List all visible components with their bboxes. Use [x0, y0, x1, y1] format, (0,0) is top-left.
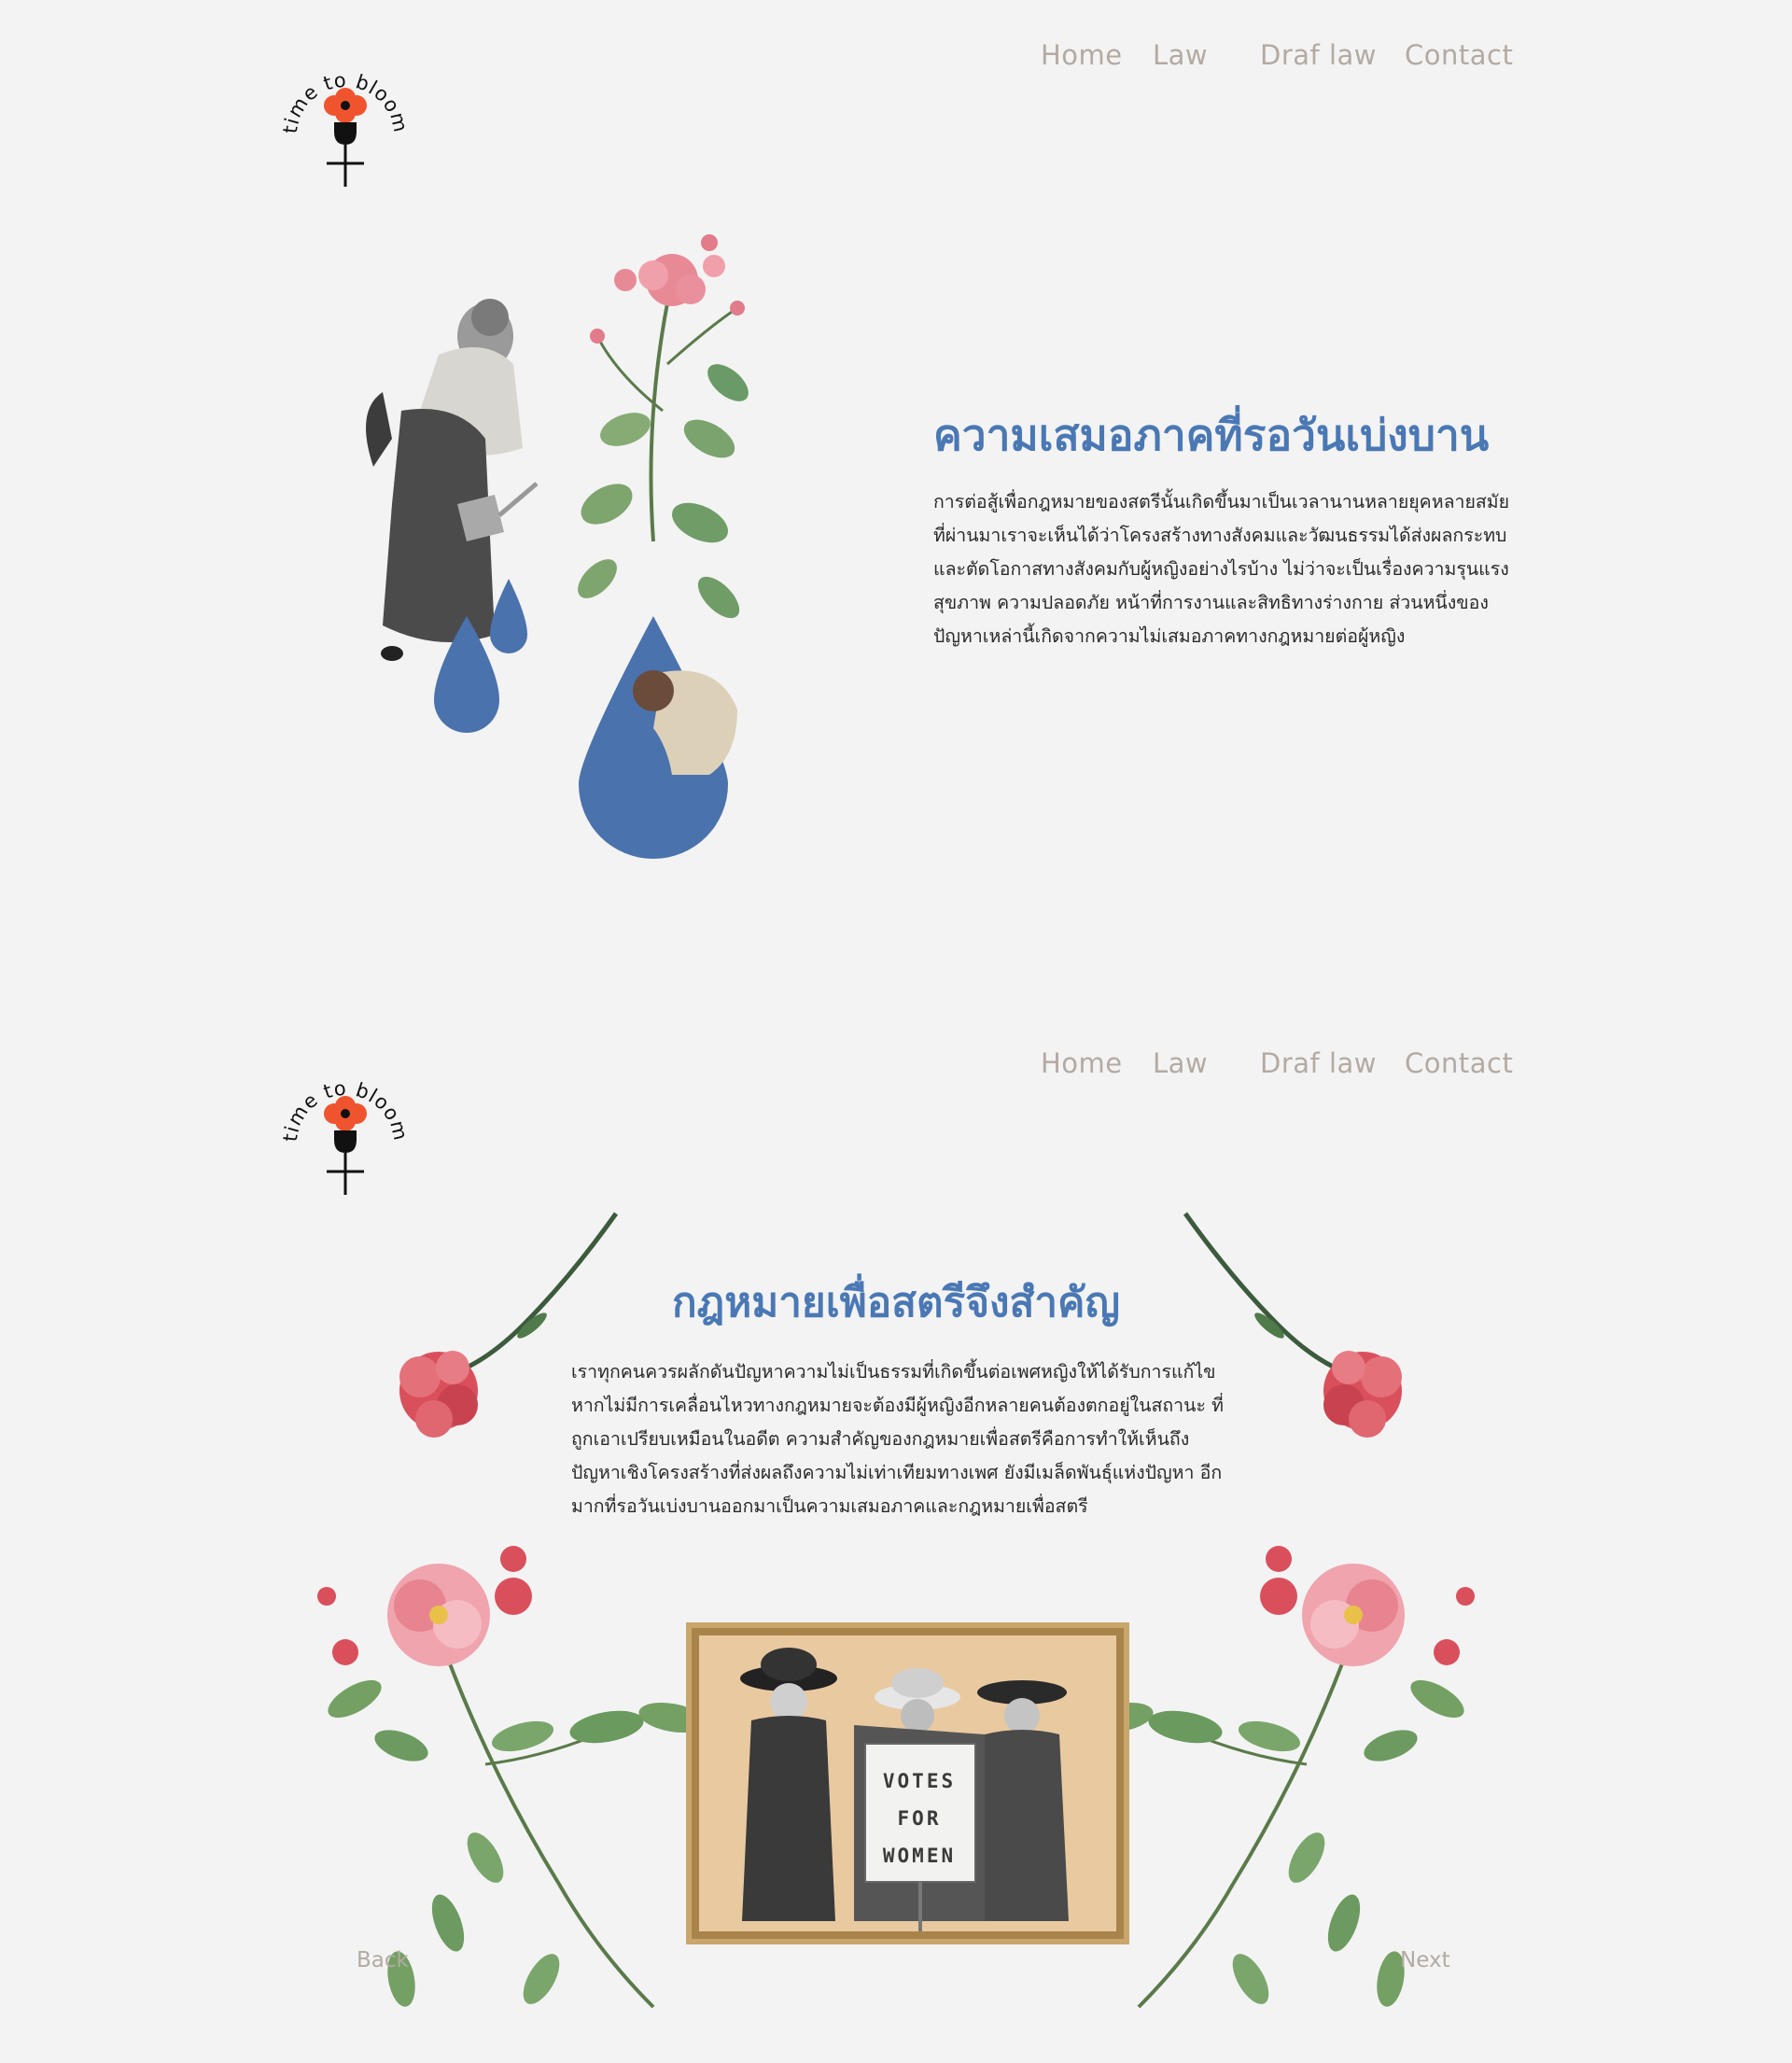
nav-home[interactable]: Home [1041, 1047, 1123, 1079]
brand-logo-2[interactable]: time to bloom [280, 1050, 411, 1200]
rose-branch-left-image [299, 1531, 719, 2063]
rose-plant-illustration [578, 234, 749, 619]
nav-draft-law[interactable]: Draf law [1260, 39, 1377, 71]
nav-law[interactable]: Law [1153, 39, 1208, 71]
section-1-title: ความเสมอภาคที่รอวันเบ่งบาน [933, 410, 1490, 460]
sign-line: VOTES [882, 1770, 957, 1792]
brand-logo[interactable]: time to bloom [280, 42, 411, 191]
section-2-body: เราทุกคนควรผลักดันปัญหาความไม่เป็นธรรมที… [571, 1361, 1224, 1517]
main-nav-2: Home Law Draf law Contact [1027, 1047, 1521, 1085]
votes-sign-text: VOTES FOR WOMEN [873, 1762, 966, 1874]
flower-logo-icon: time to bloom [280, 69, 411, 187]
nav-contact[interactable]: Contact [1405, 1047, 1513, 1079]
importance-section: time to bloom Home Law Draf law Contact [0, 1008, 1792, 2016]
hero-section: time to bloom Home Law Draf law Contact [0, 0, 1792, 1008]
section-1-body: การต่อสู้เพื่อกฎหมายของสตรีนั้นเกิดขึ้นม… [933, 491, 1510, 647]
rose-branch-right-image [1073, 1531, 1493, 2063]
nav-home[interactable]: Home [1041, 39, 1123, 71]
votes-for-women-photo: VOTES FOR WOMEN [686, 1622, 1129, 1944]
sign-line: FOR [897, 1807, 942, 1830]
nav-law[interactable]: Law [1153, 1047, 1208, 1079]
section-2-title: กฎหมายเพื่อสตรีจึงสำคัญ [672, 1279, 1120, 1326]
nav-draft-law[interactable]: Draf law [1260, 1047, 1377, 1079]
gardening-collage-image [299, 224, 859, 877]
water-drop-small-icon [490, 579, 527, 653]
next-link[interactable]: Next [1400, 1948, 1450, 1972]
sign-line: WOMEN [882, 1845, 957, 1867]
nav-contact[interactable]: Contact [1405, 39, 1513, 71]
back-link[interactable]: Back [357, 1948, 409, 1972]
flower-logo-icon: time to bloom [280, 1077, 411, 1195]
main-nav: Home Law Draf law Contact [1027, 39, 1521, 77]
